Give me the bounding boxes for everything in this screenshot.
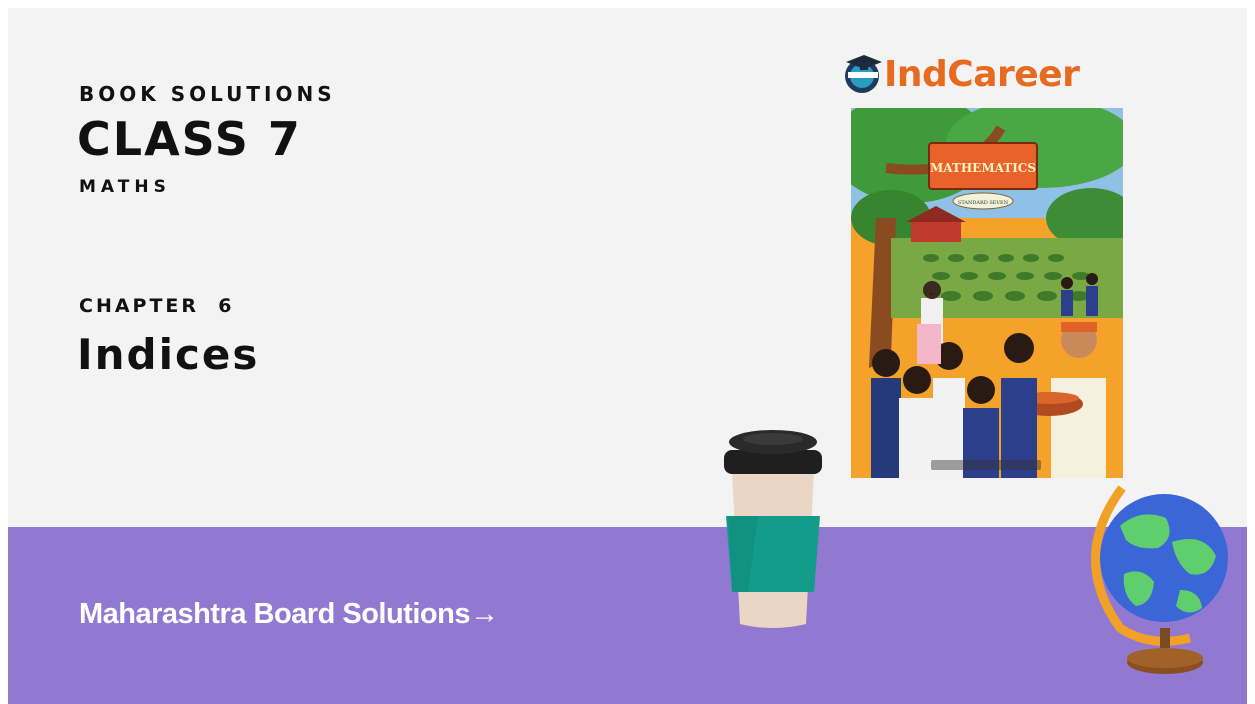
coffee-cup-illustration [724,430,822,628]
maharashtra-board-solutions-link[interactable]: Maharashtra Board Solutions→ [79,598,499,631]
book-solutions-heading: BOOK SOLUTIONS [79,82,336,106]
book-subtitle: STANDARD SEVEN [958,200,1009,206]
class-heading: CLASS 7 [77,112,302,166]
subject-heading: MATHS [79,177,171,197]
logo-text: IndCareer [884,53,1080,95]
mathematics-book-cover: MATHEMATICS STANDARD SEVEN [851,108,1123,478]
banner: BOOK SOLUTIONS CLASS 7 MATHS CHAPTER 6 I… [8,8,1247,704]
indcareer-logo[interactable]: IndCareer [842,50,1080,98]
chapter-label: CHAPTER 6 [79,295,235,317]
globe-illustration [1091,485,1228,674]
graduation-cap-icon [845,55,882,93]
chapter-title: Indices [77,330,260,379]
book-title: MATHEMATICS [930,161,1036,175]
